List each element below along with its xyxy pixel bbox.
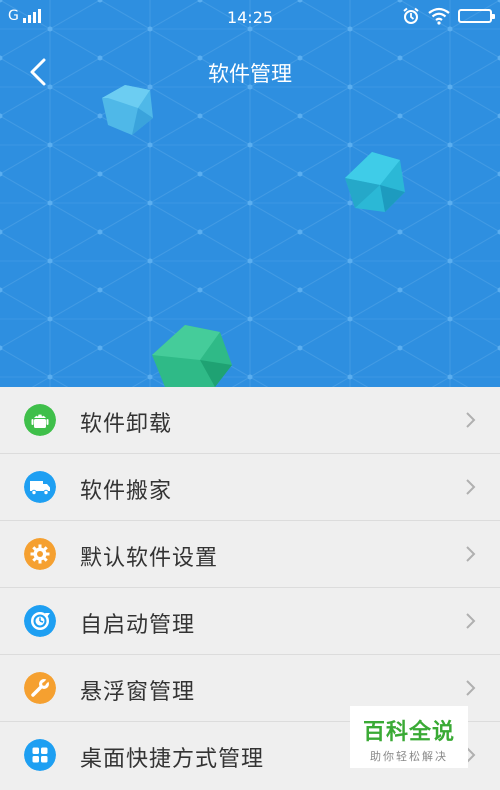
header-banner: G 14:25 软件管理 bbox=[0, 0, 500, 387]
list-item-label: 自启动管理 bbox=[80, 613, 196, 638]
page-title: 软件管理 bbox=[208, 62, 292, 86]
status-bar: G 14:25 bbox=[0, 0, 500, 34]
list-item-label: 软件搬家 bbox=[80, 479, 173, 504]
wifi-icon bbox=[428, 7, 450, 25]
truck-icon bbox=[24, 471, 56, 503]
watermark-title: 百科全说 bbox=[362, 720, 455, 745]
chevron-right-icon bbox=[466, 479, 476, 495]
battery-icon bbox=[458, 9, 495, 23]
list-item-uninstall[interactable]: 软件卸载 bbox=[0, 387, 500, 454]
list-item-move-apps[interactable]: 软件搬家 bbox=[0, 454, 500, 521]
list-item-autostart[interactable]: 自启动管理 bbox=[0, 588, 500, 655]
list-item-label: 悬浮窗管理 bbox=[80, 680, 196, 705]
chevron-right-icon bbox=[466, 680, 476, 696]
list-item-label: 软件卸载 bbox=[80, 412, 173, 437]
grid-icon bbox=[24, 739, 56, 771]
android-icon bbox=[24, 404, 56, 436]
gear-icon bbox=[24, 538, 56, 570]
list-item-label: 桌面快捷方式管理 bbox=[80, 747, 265, 772]
wrench-icon bbox=[24, 672, 56, 704]
list-item-default-apps[interactable]: 默认软件设置 bbox=[0, 521, 500, 588]
alarm-icon bbox=[403, 7, 419, 24]
watermark-subtitle: 助你轻松解决 bbox=[370, 750, 448, 763]
power-cycle-icon bbox=[24, 605, 56, 637]
chevron-right-icon bbox=[466, 546, 476, 562]
list-item-label: 默认软件设置 bbox=[80, 546, 219, 571]
chevron-right-icon bbox=[466, 412, 476, 428]
watermark-logo: 百科全说 助你轻松解决 bbox=[350, 706, 468, 768]
title-bar: 软件管理 bbox=[0, 48, 500, 96]
chevron-right-icon bbox=[466, 613, 476, 629]
